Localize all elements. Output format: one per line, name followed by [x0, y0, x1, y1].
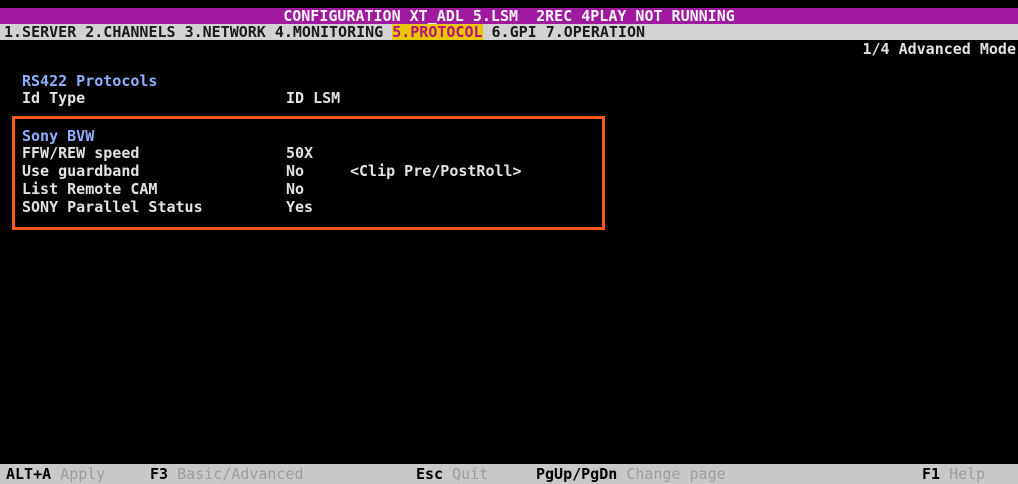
id-type-label: Id Type	[22, 89, 86, 107]
page-mode-indicator: 1/4 Advanced Mode	[862, 40, 1016, 58]
guardband-note: <Clip Pre/PostRoll>	[350, 162, 522, 180]
sony-parallel-status-label: SONY Parallel Status	[22, 198, 203, 216]
list-remote-cam-label: List Remote CAM	[22, 180, 158, 198]
help-shortcut[interactable]: F1 Help	[922, 466, 985, 482]
terminal-screen: CONFIGURATION XT_ADL 5.LSM 2REC 4PLAY NO…	[0, 0, 1018, 484]
use-guardband-value[interactable]: No	[286, 163, 304, 179]
change-page-shortcut-desc: Change page	[626, 465, 726, 483]
tab-network[interactable]: 3.NETWORK	[185, 24, 266, 40]
tab-server[interactable]: 1.SERVER	[4, 24, 76, 40]
tab-monitoring[interactable]: 4.MONITORING	[275, 24, 383, 40]
status-bar: ALT+A Apply F3 Basic/Advanced Esc Quit P…	[0, 464, 1018, 484]
tab-protocol[interactable]: 5.PROTOCOL	[392, 24, 483, 40]
apply-shortcut[interactable]: ALT+A Apply	[6, 466, 105, 482]
quit-shortcut-desc: Quit	[452, 465, 489, 483]
menu-bar: 1.SERVER 2.CHANNELS 3.NETWORK 4.MONITORING 5…	[0, 24, 1018, 40]
ffw-rew-speed-label: FFW/REW speed	[22, 144, 140, 162]
sony-parallel-status-value[interactable]: Yes	[286, 199, 313, 215]
basic-advanced-shortcut-key: F3	[150, 465, 169, 483]
ffw-rew-speed-value[interactable]: 50X	[286, 145, 313, 161]
basic-advanced-shortcut[interactable]: F3 Basic/Advanced	[150, 466, 304, 482]
basic-advanced-shortcut-desc: Basic/Advanced	[177, 465, 304, 483]
id-type-value[interactable]: ID LSM	[286, 90, 340, 106]
apply-shortcut-key: ALT+A	[6, 465, 52, 483]
rs422-section-title: RS422 Protocols	[22, 72, 158, 90]
quit-shortcut-key: Esc	[416, 465, 444, 483]
use-guardband-label: Use guardband	[22, 162, 140, 180]
apply-shortcut-desc: Apply	[60, 465, 106, 483]
help-shortcut-key: F1	[922, 465, 941, 483]
list-remote-cam-value[interactable]: No	[286, 181, 304, 197]
change-page-shortcut[interactable]: PgUp/PgDn Change page	[536, 466, 726, 482]
tab-operation[interactable]: 7.OPERATION	[546, 24, 645, 40]
title-bar: CONFIGURATION XT_ADL 5.LSM 2REC 4PLAY NO…	[0, 8, 1018, 24]
change-page-shortcut-key: PgUp/PgDn	[536, 465, 618, 483]
quit-shortcut[interactable]: Esc Quit	[416, 466, 488, 482]
help-shortcut-desc: Help	[949, 465, 986, 483]
tab-gpi[interactable]: 6.GPI	[492, 24, 537, 40]
sony-bvw-section-title: Sony BVW	[22, 127, 95, 145]
tab-channels[interactable]: 2.CHANNELS	[85, 24, 175, 40]
window-title: CONFIGURATION XT_ADL 5.LSM 2REC 4PLAY NO…	[283, 7, 735, 25]
